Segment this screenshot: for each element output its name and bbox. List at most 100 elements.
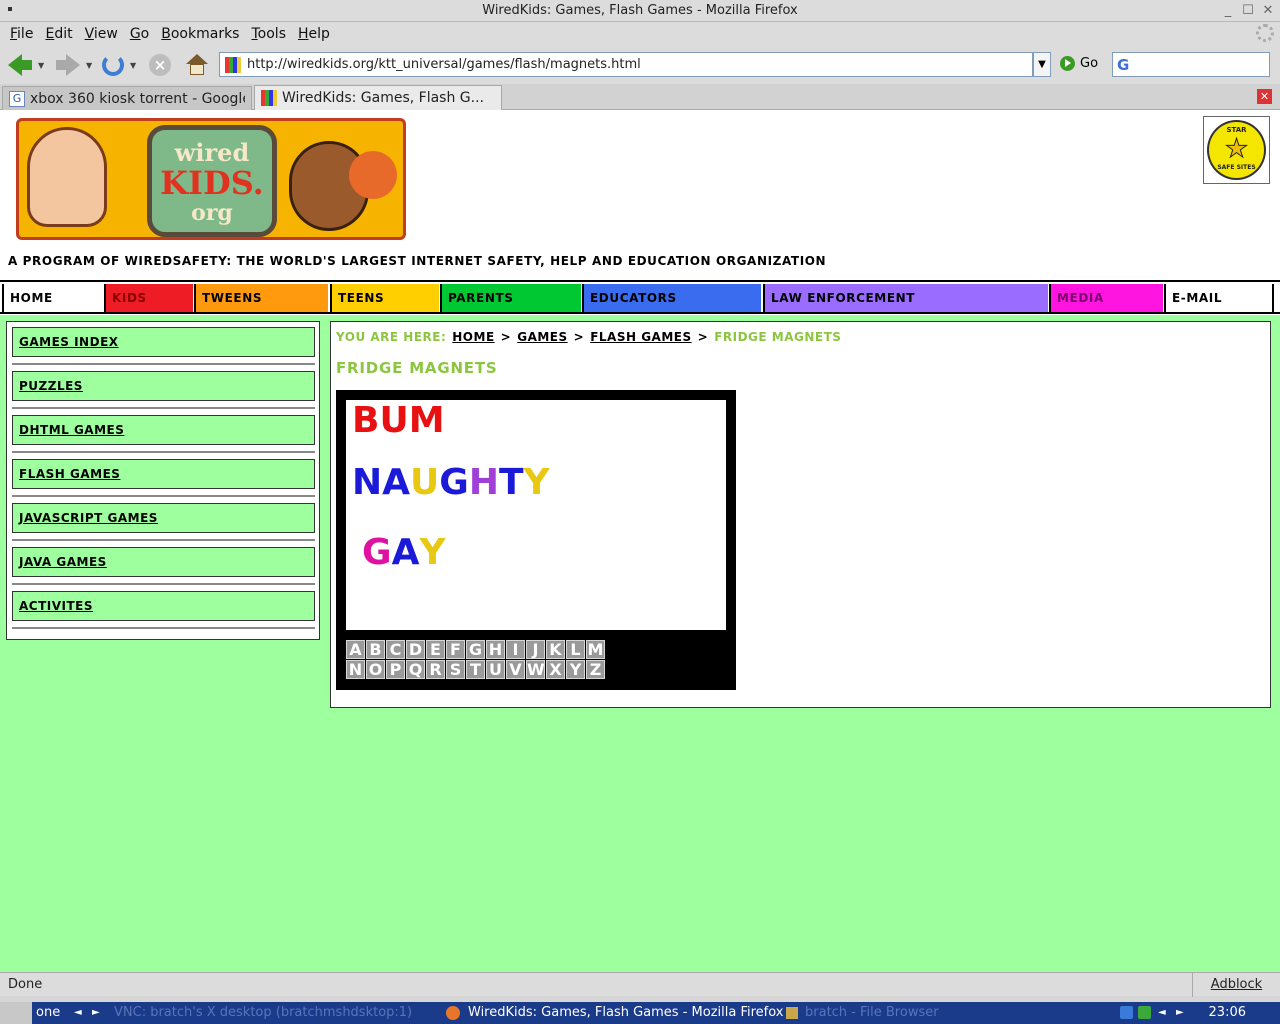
sidebar-item-puzzles[interactable]: PUZZLES [12, 371, 315, 401]
magnet-letter[interactable]: Y [524, 462, 550, 503]
breadcrumb-flash-games-link[interactable]: FLASH GAMES [590, 330, 691, 344]
letter-key[interactable]: M [586, 640, 605, 659]
menu-help[interactable]: Help [292, 26, 336, 42]
nav-teens[interactable]: TEENS [330, 284, 439, 312]
letter-key[interactable]: G [466, 640, 485, 659]
nav-parents[interactable]: PARENTS [440, 284, 581, 312]
sidebar-item-java-games[interactable]: JAVA GAMES [12, 547, 315, 577]
letter-key[interactable]: L [566, 640, 585, 659]
sidebar-item-activites[interactable]: ACTIVITES [12, 591, 315, 621]
nav-tweens[interactable]: TWEENS [194, 284, 328, 312]
workspace-prev-icon[interactable]: ◄ [74, 1007, 82, 1018]
magnet-letter[interactable]: Y [419, 532, 445, 573]
letter-key[interactable]: P [386, 660, 405, 679]
letter-key[interactable]: V [506, 660, 525, 679]
forward-history-dropdown[interactable]: ▼ [86, 61, 92, 70]
letter-key[interactable]: Q [406, 660, 425, 679]
letter-key[interactable]: H [486, 640, 505, 659]
letter-key[interactable]: R [426, 660, 445, 679]
magnet-word[interactable]: NAUGHTY [352, 462, 550, 503]
menu-file[interactable]: File [4, 26, 39, 42]
letter-key[interactable]: E [426, 640, 445, 659]
close-icon[interactable]: ✕ [1260, 3, 1276, 19]
minimize-icon[interactable]: _ [1220, 3, 1236, 19]
magnet-letter[interactable]: T [499, 462, 524, 503]
sidebar-item-dhtml-games[interactable]: DHTML GAMES [12, 415, 315, 445]
tab-google[interactable]: G xbox 360 kiosk torrent - Google ... [2, 86, 252, 110]
url-history-dropdown[interactable]: ▼ [1033, 52, 1051, 77]
letter-key[interactable]: Y [566, 660, 585, 679]
taskbar-item-firefox[interactable]: WiredKids: Games, Flash Games - Mozilla … [468, 1005, 784, 1020]
letter-key[interactable]: J [526, 640, 545, 659]
breadcrumb-games-link[interactable]: GAMES [517, 330, 567, 344]
nav-educators[interactable]: EDUCATORS [582, 284, 761, 312]
forward-button[interactable]: ▼ [56, 51, 92, 79]
sidebar-item-games-index[interactable]: GAMES INDEX [12, 327, 315, 357]
nav-home[interactable]: HOME [2, 284, 103, 312]
nav-law-enforcement[interactable]: LAW ENFORCEMENT [763, 284, 1048, 312]
menu-view[interactable]: View [79, 26, 124, 42]
magnet-letter[interactable]: U [379, 400, 408, 441]
magnet-letter[interactable]: M [409, 400, 445, 441]
network-icon[interactable] [1120, 1006, 1133, 1019]
tab-wiredkids[interactable]: WiredKids: Games, Flash G... [254, 85, 502, 110]
sidebar-item-flash-games[interactable]: FLASH GAMES [12, 459, 315, 489]
letter-key[interactable]: K [546, 640, 565, 659]
letter-key[interactable]: X [546, 660, 565, 679]
workspace-next-icon[interactable]: ► [92, 1007, 100, 1018]
magnet-letter[interactable]: H [469, 462, 499, 503]
letter-key[interactable]: U [486, 660, 505, 679]
fridge-magnets-game[interactable]: BUM NAUGHTY GAY ABCDEFGHIJKLM NOPQRSTUVW… [336, 390, 736, 690]
tray-prev-icon[interactable]: ◄ [1158, 1007, 1166, 1018]
magnet-word[interactable]: GAY [362, 532, 446, 573]
letter-key[interactable]: I [506, 640, 525, 659]
letter-key[interactable]: D [406, 640, 425, 659]
go-button[interactable]: Go [1060, 56, 1098, 71]
magnet-letter[interactable]: N [352, 462, 382, 503]
menu-bookmarks[interactable]: Bookmarks [155, 26, 245, 42]
url-bar[interactable]: http://wiredkids.org/ktt_universal/games… [219, 52, 1033, 77]
breadcrumb-home-link[interactable]: HOME [452, 330, 494, 344]
home-button[interactable] [186, 51, 208, 79]
sidebar-item-javascript-games[interactable]: JAVASCRIPT GAMES [12, 503, 315, 533]
magnet-letter[interactable]: A [382, 462, 410, 503]
workspace-label[interactable]: one [36, 1005, 60, 1020]
close-tab-icon[interactable]: ✕ [1257, 89, 1272, 104]
reload-button[interactable]: ▼ [102, 51, 136, 79]
letter-key[interactable]: C [386, 640, 405, 659]
menu-edit[interactable]: Edit [39, 26, 78, 42]
magnet-letter[interactable]: B [352, 400, 379, 441]
adblock-button[interactable]: Adblock [1192, 973, 1280, 997]
letter-key[interactable]: N [346, 660, 365, 679]
menu-tools[interactable]: Tools [245, 26, 292, 42]
letter-key[interactable]: O [366, 660, 385, 679]
letter-key[interactable]: F [446, 640, 465, 659]
magnet-letter[interactable]: U [410, 462, 439, 503]
stop-button[interactable]: × [149, 51, 171, 79]
star-safe-sites-badge[interactable]: STAR ★ SAFE SITES [1203, 116, 1270, 184]
magnet-letter[interactable]: G [439, 462, 469, 503]
magnet-board[interactable]: BUM NAUGHTY GAY [346, 400, 726, 630]
letter-key[interactable]: S [446, 660, 465, 679]
magnet-word[interactable]: BUM [352, 400, 445, 441]
nav-email[interactable]: E-MAIL [1164, 284, 1274, 312]
letter-key[interactable]: B [366, 640, 385, 659]
back-history-dropdown[interactable]: ▼ [38, 61, 44, 70]
wiredkids-logo[interactable]: wired KIDS. org [16, 118, 406, 240]
google-search-icon[interactable]: G [1117, 56, 1129, 74]
back-button[interactable]: ▼ [8, 51, 44, 79]
letter-key[interactable]: T [466, 660, 485, 679]
letter-key[interactable]: A [346, 640, 365, 659]
update-check-icon[interactable] [1138, 1006, 1151, 1019]
magnet-letter[interactable]: A [392, 532, 420, 573]
tray-next-icon[interactable]: ► [1176, 1007, 1184, 1018]
taskbar-item-vnc[interactable]: VNC: bratch's X desktop (bratchmshdsktop… [114, 1005, 412, 1020]
nav-media[interactable]: MEDIA [1049, 284, 1163, 312]
menu-go[interactable]: Go [124, 26, 155, 42]
maximize-icon[interactable]: ☐ [1240, 3, 1256, 19]
magnet-letter[interactable]: G [362, 532, 392, 573]
letter-key[interactable]: Z [586, 660, 605, 679]
letter-key[interactable]: W [526, 660, 545, 679]
reload-dropdown[interactable]: ▼ [130, 61, 136, 70]
nav-kids[interactable]: KIDS [104, 284, 193, 312]
